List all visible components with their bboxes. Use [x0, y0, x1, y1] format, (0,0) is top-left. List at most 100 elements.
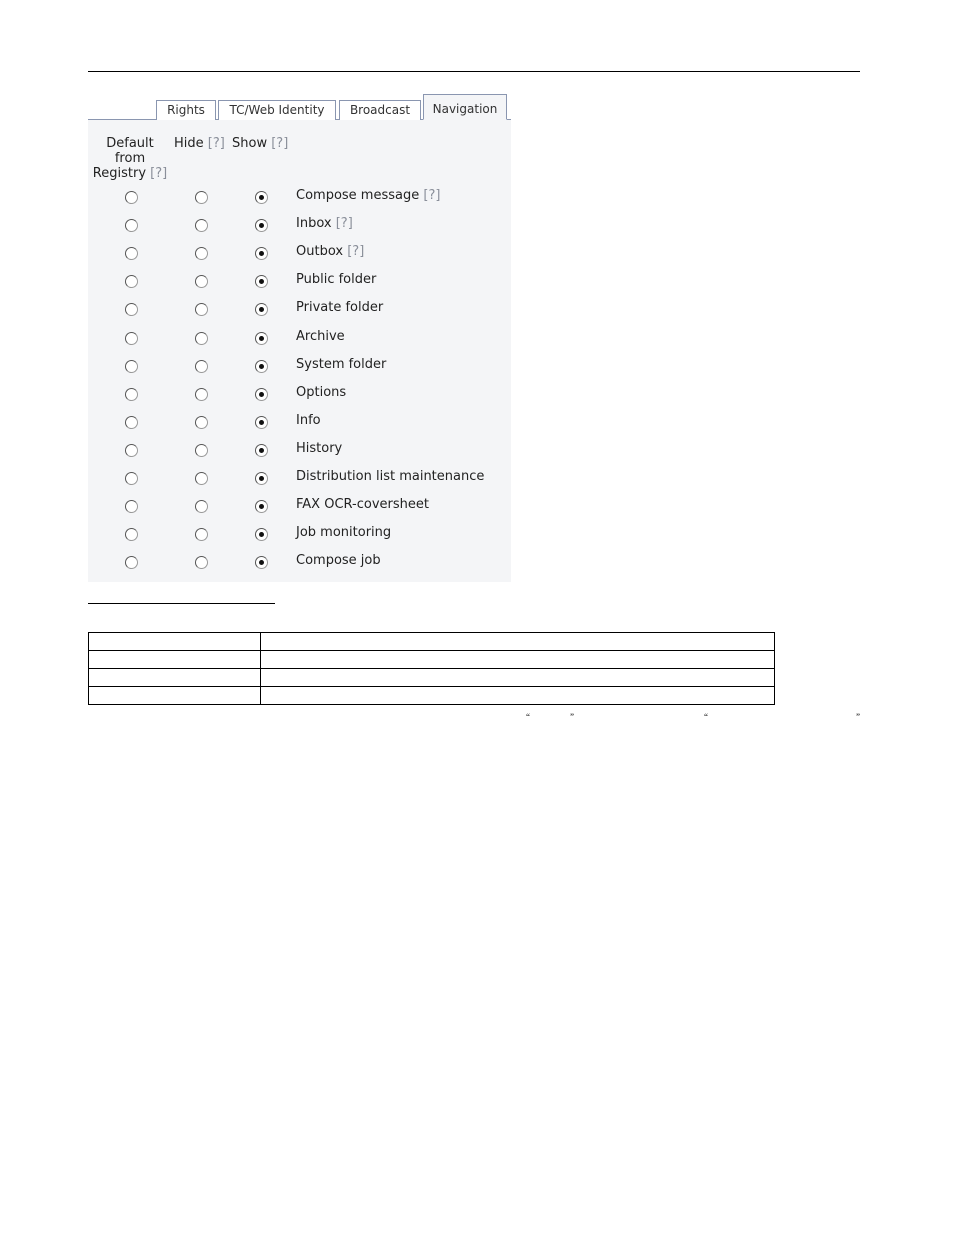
radio-show[interactable] — [255, 556, 268, 570]
item-label: Private folder — [296, 300, 383, 316]
item-label-text: Public folder — [296, 272, 377, 288]
item-label: Options — [296, 385, 346, 401]
radio-hide[interactable] — [195, 219, 208, 233]
quote-open: “ — [704, 712, 708, 722]
radio-hide[interactable] — [195, 415, 208, 429]
item-label-text: FAX OCR-coversheet — [296, 497, 429, 513]
item-label: Outbox [?] — [296, 244, 364, 260]
navigation-item-row: Inbox [?] — [88, 216, 511, 244]
radio-hide[interactable] — [195, 331, 208, 345]
radio-show[interactable] — [255, 331, 268, 345]
header-text: Show — [232, 136, 268, 151]
radio-show[interactable] — [255, 191, 268, 204]
table-row — [88, 632, 775, 651]
item-label: FAX OCR-coversheet — [296, 497, 429, 513]
radio-default[interactable] — [125, 500, 138, 514]
radio-hide[interactable] — [195, 443, 208, 457]
header-rule — [88, 71, 860, 72]
radio-hide[interactable] — [195, 528, 208, 542]
navigation-item-row: Archive — [88, 329, 511, 357]
navigation-item-row: Compose message [?] — [88, 188, 511, 216]
radio-default[interactable] — [125, 275, 138, 289]
navigation-item-row: Public folder — [88, 272, 511, 300]
item-label-text: Compose job — [296, 553, 381, 569]
radio-default[interactable] — [125, 443, 138, 457]
section-underline — [88, 603, 275, 604]
radio-default[interactable] — [125, 415, 138, 429]
item-label: Compose message [?] — [296, 188, 440, 204]
radio-default[interactable] — [125, 528, 138, 542]
navigation-item-row: Job monitoring — [88, 525, 511, 553]
help-link[interactable]: [?] — [336, 216, 353, 231]
radio-show[interactable] — [255, 500, 268, 514]
navigation-item-row: Distribution list maintenance — [88, 469, 511, 497]
table-cell — [88, 686, 261, 705]
item-label: History — [296, 441, 342, 457]
navigation-item-row: Compose job — [88, 553, 511, 581]
radio-hide[interactable] — [195, 359, 208, 373]
header-text: Registry — [92, 166, 147, 181]
radio-default[interactable] — [125, 359, 138, 373]
radio-default[interactable] — [125, 219, 138, 233]
help-link[interactable]: [?] — [423, 188, 440, 203]
table-cell — [260, 668, 775, 687]
navigation-settings-screenshot: Rights TC/Web Identity Broadcast Navigat… — [88, 88, 511, 582]
tab-tc-web-identity[interactable]: TC/Web Identity — [218, 100, 336, 120]
radio-hide[interactable] — [195, 191, 208, 204]
column-header-show: Show [?] — [232, 136, 288, 151]
item-label: Archive — [296, 329, 345, 345]
help-link[interactable]: [?] — [347, 244, 364, 259]
item-label-text: Private folder — [296, 300, 384, 316]
tab-rights[interactable]: Rights — [156, 100, 216, 120]
item-label-text: Compose message — [296, 188, 420, 203]
radio-show[interactable] — [255, 275, 268, 289]
item-label-text: Info — [296, 412, 321, 428]
radio-show[interactable] — [255, 472, 268, 485]
help-link[interactable]: [?] — [271, 136, 288, 151]
radio-show[interactable] — [255, 359, 268, 373]
table-cell — [88, 650, 261, 669]
radio-default[interactable] — [125, 191, 138, 204]
navigation-item-row: History — [88, 441, 511, 469]
table-cell — [88, 632, 261, 651]
help-link[interactable]: [?] — [208, 136, 225, 151]
radio-hide[interactable] — [195, 500, 208, 514]
tab-navigation[interactable]: Navigation — [423, 94, 507, 120]
navigation-item-row: Options — [88, 385, 511, 413]
table-row — [88, 650, 775, 669]
radio-hide[interactable] — [195, 275, 208, 289]
tab-bar: Rights TC/Web Identity Broadcast Navigat… — [88, 88, 511, 120]
empty-table — [88, 632, 775, 705]
navigation-item-row: Outbox [?] — [88, 244, 511, 272]
item-label: Job monitoring — [296, 525, 391, 541]
radio-default[interactable] — [125, 303, 138, 317]
radio-show[interactable] — [255, 415, 268, 429]
quote-close: ” — [570, 712, 574, 722]
column-header-default: Default from Registry [?] — [88, 136, 172, 181]
item-label: System folder — [296, 357, 386, 373]
radio-hide[interactable] — [195, 387, 208, 401]
help-link[interactable]: [?] — [150, 166, 167, 181]
radio-default[interactable] — [125, 387, 138, 401]
navigation-item-row: Private folder — [88, 300, 511, 328]
radio-hide[interactable] — [195, 303, 208, 317]
radio-default[interactable] — [125, 247, 138, 261]
radio-show[interactable] — [255, 528, 268, 542]
radio-default[interactable] — [125, 556, 138, 570]
radio-hide[interactable] — [195, 556, 208, 570]
item-label-text: Inbox — [296, 216, 332, 232]
radio-hide[interactable] — [195, 247, 208, 261]
item-label-text: History — [296, 440, 343, 456]
radio-show[interactable] — [255, 443, 268, 457]
radio-hide[interactable] — [195, 472, 208, 485]
radio-show[interactable] — [255, 219, 268, 233]
radio-default[interactable] — [125, 472, 138, 485]
radio-show[interactable] — [255, 387, 268, 401]
radio-show[interactable] — [255, 303, 268, 317]
radio-show[interactable] — [255, 247, 268, 261]
item-label-text: Options — [296, 384, 347, 400]
item-label-text: Outbox — [296, 244, 344, 260]
table-cell — [88, 668, 261, 687]
radio-default[interactable] — [125, 331, 138, 345]
tab-broadcast[interactable]: Broadcast — [339, 100, 421, 120]
